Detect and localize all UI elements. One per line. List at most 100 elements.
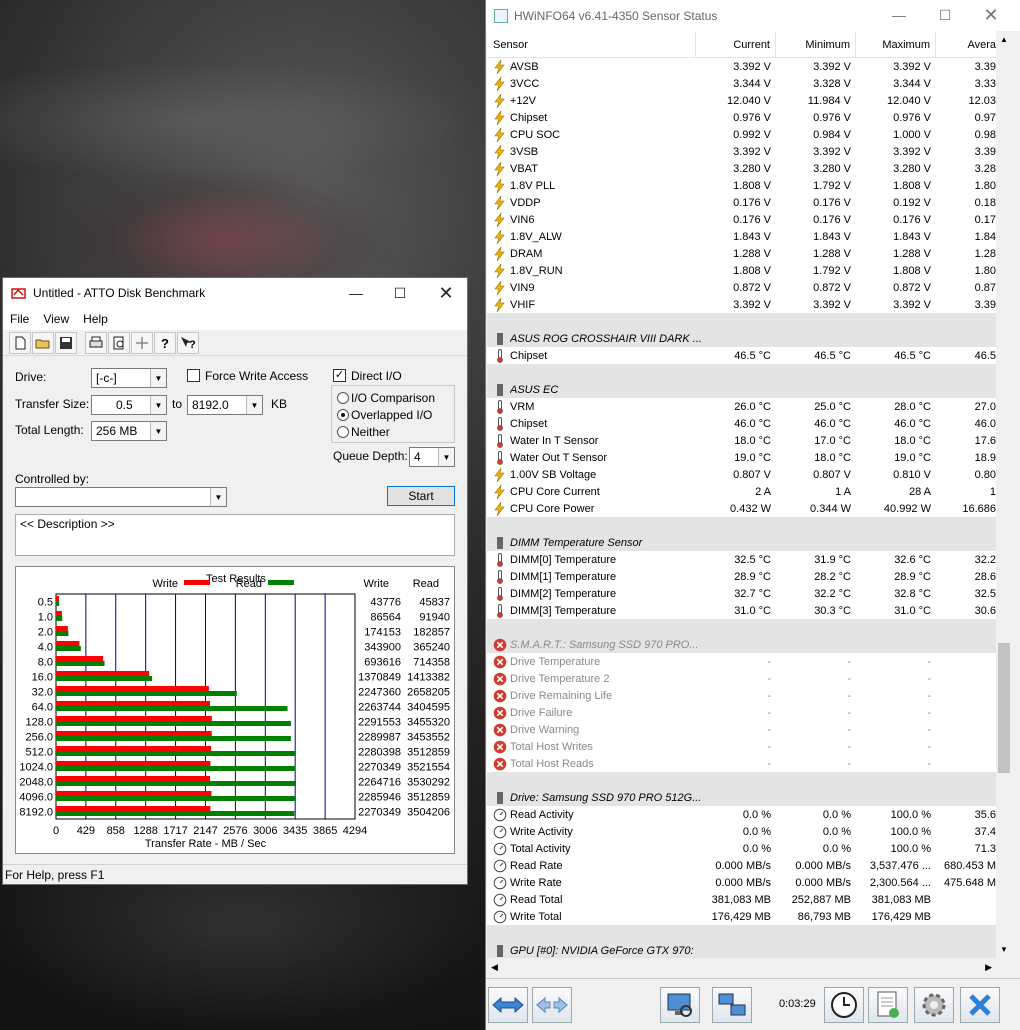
overlapped-io-radio[interactable] bbox=[337, 409, 349, 421]
queue-depth-select[interactable]: 4 ▼ bbox=[409, 447, 455, 467]
column-sensor[interactable]: Sensor bbox=[487, 31, 696, 57]
hwinfo-titlebar[interactable]: HWiNFO64 v6.41-4350 Sensor Status — ☐ ✕ bbox=[486, 0, 1020, 31]
sensor-row[interactable]: Drive Temperature 2 - - - bbox=[487, 670, 996, 687]
clock-icon[interactable] bbox=[824, 987, 864, 1023]
total-length-select[interactable]: 256 MB ▼ bbox=[91, 421, 167, 441]
sensor-row[interactable]: Read Total 381,083 MB 252,887 MB 381,083 MB bbox=[487, 891, 996, 908]
sensor-row[interactable]: 1.00V SB Voltage 0.807 V 0.807 V 0.810 V 0.8… bbox=[487, 466, 996, 483]
drive-select[interactable]: [-c-] ▼ bbox=[91, 368, 167, 388]
io-comparison-radio[interactable] bbox=[337, 392, 349, 404]
move-icon[interactable] bbox=[131, 332, 153, 354]
sensor-row[interactable]: Read Rate 0.000 MB/s 0.000 MB/s 3,537.476 .… bbox=[487, 857, 996, 874]
sensor-section-header[interactable]: S.M.A.R.T.: Samsung SSD 970 PRO... bbox=[487, 636, 996, 653]
sensor-row[interactable]: CPU SOC 0.992 V 0.984 V 1.000 V 0.98 bbox=[487, 126, 996, 143]
sensor-row[interactable]: Total Host Reads - - - bbox=[487, 755, 996, 772]
sensor-row[interactable]: Drive Temperature - - - bbox=[487, 653, 996, 670]
controlled-by-select[interactable]: ▼ bbox=[15, 487, 227, 507]
sensor-row[interactable]: Drive Warning - - - bbox=[487, 721, 996, 738]
arrows-collapse-icon[interactable] bbox=[532, 987, 572, 1023]
sensor-row[interactable]: VDDP 0.176 V 0.176 V 0.192 V 0.18 bbox=[487, 194, 996, 211]
force-write-checkbox[interactable] bbox=[187, 369, 200, 382]
close-x-icon[interactable] bbox=[960, 987, 1000, 1023]
sensor-row[interactable]: Read Activity 0.0 % 0.0 % 100.0 % 35.6 bbox=[487, 806, 996, 823]
sensor-row[interactable]: 1.8V_ALW 1.843 V 1.843 V 1.843 V 1.84 bbox=[487, 228, 996, 245]
scroll-right-icon[interactable]: ▶ bbox=[985, 962, 992, 973]
sensor-row[interactable]: Chipset 46.5 °C 46.5 °C 46.5 °C 46.5 bbox=[487, 347, 996, 364]
sensor-row[interactable]: +12V 12.040 V 11.984 V 12.040 V 12.03 bbox=[487, 92, 996, 109]
atto-titlebar[interactable]: Untitled - ATTO Disk Benchmark — ☐ ✕ bbox=[3, 278, 467, 308]
sensor-row[interactable]: CPU Core Current 2 A 1 A 28 A 1 bbox=[487, 483, 996, 500]
column-average[interactable]: Avera bbox=[936, 31, 996, 57]
sensor-section-header[interactable]: GPU [#0]: NVIDIA GeForce GTX 970: bbox=[487, 942, 996, 958]
sensor-row[interactable]: VIN6 0.176 V 0.176 V 0.176 V 0.17 bbox=[487, 211, 996, 228]
sensor-row[interactable]: Water In T Sensor 18.0 °C 17.0 °C 18.0 °C 17… bbox=[487, 432, 996, 449]
sensor-row[interactable]: DRAM 1.288 V 1.288 V 1.288 V 1.28 bbox=[487, 245, 996, 262]
close-button[interactable]: ✕ bbox=[423, 278, 469, 308]
minimize-button[interactable]: — bbox=[333, 278, 379, 308]
sensor-section-header[interactable]: DIMM Temperature Sensor bbox=[487, 534, 996, 551]
vertical-scrollbar[interactable]: ▲ ▼ bbox=[996, 31, 1013, 958]
column-current[interactable]: Current bbox=[696, 31, 776, 57]
sensor-row[interactable]: DIMM[0] Temperature 32.5 °C 31.9 °C 32.6 °C… bbox=[487, 551, 996, 568]
sensor-row[interactable]: Write Rate 0.000 MB/s 0.000 MB/s 2,300.564 … bbox=[487, 874, 996, 891]
sensor-row[interactable]: Drive Failure - - - bbox=[487, 704, 996, 721]
column-maximum[interactable]: Maximum bbox=[856, 31, 936, 57]
print-icon[interactable] bbox=[85, 332, 107, 354]
sensor-row[interactable]: 1.8V_RUN 1.808 V 1.792 V 1.808 V 1.80 bbox=[487, 262, 996, 279]
sensor-section-header[interactable]: ASUS ROG CROSSHAIR VIII DARK ... bbox=[487, 330, 996, 347]
scroll-down-icon[interactable]: ▼ bbox=[1000, 945, 1008, 954]
transfer-from-select[interactable]: 0.5 ▼ bbox=[91, 395, 167, 415]
sensor-section-header[interactable]: Drive: Samsung SSD 970 PRO 512G... bbox=[487, 789, 996, 806]
scroll-up-icon[interactable]: ▲ bbox=[1000, 35, 1008, 44]
sensor-row[interactable]: CPU Core Power 0.432 W 0.344 W 40.992 W 16.6… bbox=[487, 500, 996, 517]
sensor-row[interactable]: DIMM[1] Temperature 28.9 °C 28.2 °C 28.9 °C… bbox=[487, 568, 996, 585]
menu-view[interactable]: View bbox=[43, 312, 69, 326]
read-value-label: 3512859 bbox=[407, 792, 450, 804]
sensor-row[interactable]: Total Host Writes - - - bbox=[487, 738, 996, 755]
neither-radio[interactable] bbox=[337, 426, 349, 438]
menu-file[interactable]: File bbox=[10, 312, 29, 326]
network-icon[interactable] bbox=[712, 987, 752, 1023]
scroll-left-icon[interactable]: ◀ bbox=[491, 962, 498, 973]
horizontal-scrollbar[interactable]: ◀ ▶ bbox=[487, 958, 996, 978]
settings-icon[interactable] bbox=[914, 987, 954, 1023]
sensor-section-header[interactable]: ASUS EC bbox=[487, 381, 996, 398]
column-minimum[interactable]: Minimum bbox=[776, 31, 856, 57]
maximize-button[interactable]: ☐ bbox=[377, 278, 423, 308]
new-icon[interactable] bbox=[9, 332, 31, 354]
minimize-button[interactable]: — bbox=[876, 0, 922, 30]
print-preview-icon[interactable] bbox=[108, 332, 130, 354]
sensor-row[interactable]: VIN9 0.872 V 0.872 V 0.872 V 0.87 bbox=[487, 279, 996, 296]
save-icon[interactable] bbox=[55, 332, 77, 354]
log-icon[interactable] bbox=[868, 987, 908, 1023]
sensor-row[interactable]: Write Activity 0.0 % 0.0 % 100.0 % 37.4 bbox=[487, 823, 996, 840]
direct-io-checkbox[interactable]: ✓ bbox=[333, 369, 346, 382]
sensor-row[interactable]: DIMM[2] Temperature 32.7 °C 32.2 °C 32.8 °C… bbox=[487, 585, 996, 602]
transfer-to-select[interactable]: 8192.0 ▼ bbox=[187, 395, 263, 415]
sensor-row[interactable]: Chipset 46.0 °C 46.0 °C 46.0 °C 46.0 bbox=[487, 415, 996, 432]
sensor-row[interactable]: Write Total 176,429 MB 86,793 MB 176,429 MB bbox=[487, 908, 996, 925]
sensor-row[interactable]: VRM 26.0 °C 25.0 °C 28.0 °C 27.0 bbox=[487, 398, 996, 415]
description-box[interactable]: << Description >> bbox=[15, 514, 455, 556]
help-icon[interactable]: ? bbox=[154, 332, 176, 354]
sensor-row[interactable]: VBAT 3.280 V 3.280 V 3.280 V 3.28 bbox=[487, 160, 996, 177]
sensor-row[interactable]: Water Out T Sensor 19.0 °C 18.0 °C 19.0 °C 1… bbox=[487, 449, 996, 466]
sensor-row[interactable]: 1.8V PLL 1.808 V 1.792 V 1.808 V 1.80 bbox=[487, 177, 996, 194]
open-icon[interactable] bbox=[32, 332, 54, 354]
sensor-row[interactable]: 3VCC 3.344 V 3.328 V 3.344 V 3.33 bbox=[487, 75, 996, 92]
menu-help[interactable]: Help bbox=[83, 312, 108, 326]
sensor-row[interactable]: Drive Remaining Life - - - bbox=[487, 687, 996, 704]
close-button[interactable]: ✕ bbox=[968, 0, 1014, 30]
start-button[interactable]: Start bbox=[387, 486, 455, 506]
arrows-swap-icon[interactable] bbox=[488, 987, 528, 1023]
report-icon[interactable] bbox=[660, 987, 700, 1023]
scrollbar-thumb[interactable] bbox=[998, 643, 1010, 773]
maximize-button[interactable]: ☐ bbox=[922, 0, 968, 30]
sensor-row[interactable]: 3VSB 3.392 V 3.392 V 3.392 V 3.39 bbox=[487, 143, 996, 160]
sensor-row[interactable]: AVSB 3.392 V 3.392 V 3.392 V 3.39 bbox=[487, 58, 996, 75]
sensor-row[interactable]: DIMM[3] Temperature 31.0 °C 30.3 °C 31.0 °C… bbox=[487, 602, 996, 619]
sensor-row[interactable]: VHIF 3.392 V 3.392 V 3.392 V 3.39 bbox=[487, 296, 996, 313]
context-help-icon[interactable]: ? bbox=[177, 332, 199, 354]
sensor-row[interactable]: Total Activity 0.0 % 0.0 % 100.0 % 71.3 bbox=[487, 840, 996, 857]
sensor-row[interactable]: Chipset 0.976 V 0.976 V 0.976 V 0.97 bbox=[487, 109, 996, 126]
